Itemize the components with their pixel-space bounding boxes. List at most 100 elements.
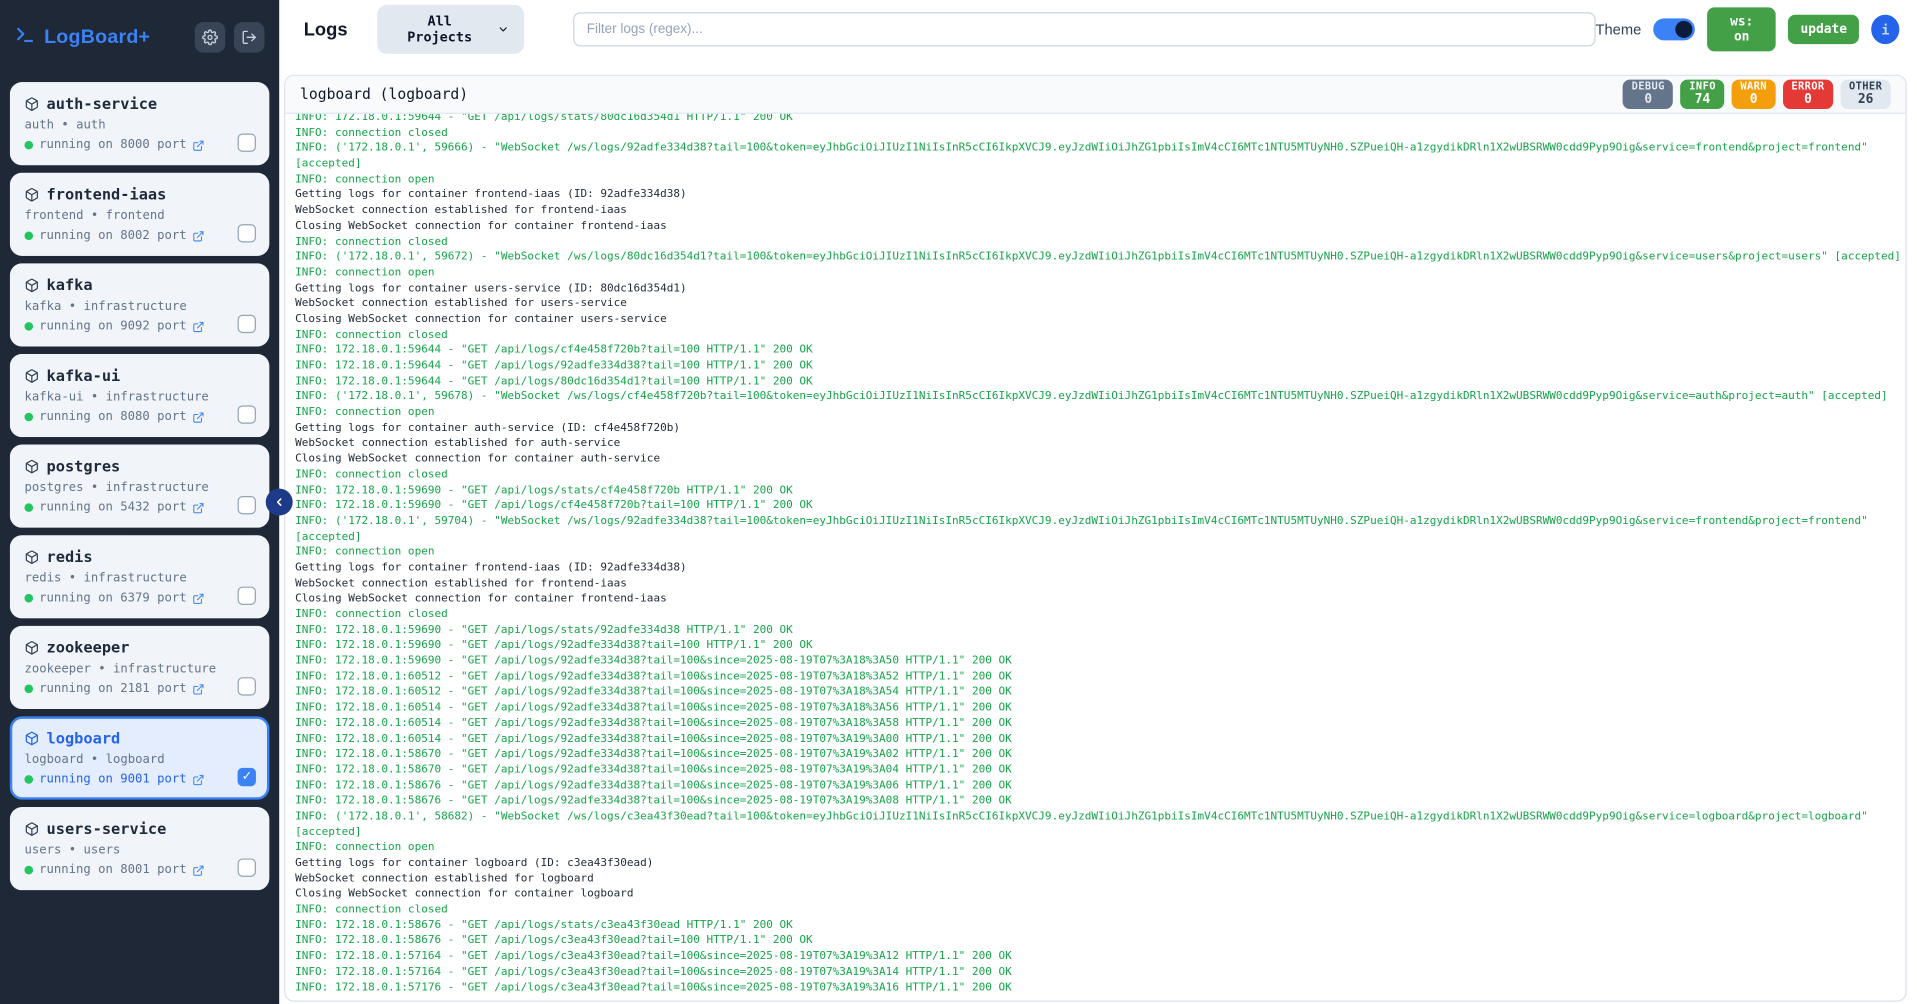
- service-name: redis: [47, 547, 93, 567]
- log-line: Getting logs for container frontend-iaas…: [295, 188, 1905, 204]
- service-card[interactable]: frontend-iaas frontend • frontend runnin…: [10, 173, 270, 256]
- service-name: users-service: [47, 819, 167, 839]
- log-line: INFO: 172.18.0.1:60512 - "GET /api/logs/…: [295, 670, 1905, 686]
- level-badge[interactable]: ERROR 0: [1783, 80, 1833, 109]
- package-icon: [24, 640, 39, 655]
- service-status: running on 6379 port: [39, 590, 186, 606]
- service-checkbox[interactable]: [238, 677, 256, 695]
- service-list: auth-service auth • auth running on 8000…: [10, 82, 270, 890]
- log-filter-input[interactable]: [573, 12, 1595, 46]
- level-badge[interactable]: DEBUG 0: [1623, 80, 1673, 109]
- log-line: WebSocket connection established for fro…: [295, 576, 1905, 592]
- log-panel-header: logboard (logboard) DEBUG 0 INFO 74 WARN…: [285, 76, 1905, 114]
- service-meta: postgres • infrastructure: [24, 480, 254, 496]
- service-card[interactable]: redis redis • infrastructure running on …: [10, 535, 270, 618]
- log-line: INFO: 172.18.0.1:59690 - "GET /api/logs/…: [295, 483, 1905, 499]
- service-name: auth-service: [47, 94, 158, 114]
- settings-button[interactable]: [195, 22, 226, 53]
- package-icon: [24, 731, 39, 746]
- log-panel-title: logboard (logboard): [300, 86, 468, 103]
- external-link-icon[interactable]: [193, 864, 205, 876]
- project-filter-dropdown[interactable]: All Projects: [377, 5, 524, 54]
- service-checkbox[interactable]: [238, 224, 256, 242]
- sidebar-header: LogBoard+: [10, 10, 270, 82]
- level-badges: DEBUG 0 INFO 74 WARN 0 ERROR 0 OTHER 26: [1623, 80, 1891, 109]
- running-status-dot: [24, 141, 33, 150]
- service-checkbox[interactable]: [238, 496, 256, 514]
- level-badge[interactable]: WARN 0: [1732, 80, 1776, 109]
- level-badge[interactable]: OTHER 26: [1840, 80, 1890, 109]
- log-line: INFO: ('172.18.0.1', 59704) - "WebSocket…: [295, 514, 1905, 530]
- log-line: INFO: connection open: [295, 840, 1905, 856]
- log-line: INFO: connection open: [295, 545, 1905, 561]
- external-link-icon[interactable]: [193, 230, 205, 242]
- log-line: Closing WebSocket connection for contain…: [295, 592, 1905, 608]
- service-card[interactable]: users-service users • users running on 8…: [10, 807, 270, 890]
- log-line: INFO: ('172.18.0.1', 59678) - "WebSocket…: [295, 390, 1905, 406]
- update-button[interactable]: update: [1788, 15, 1859, 44]
- chevron-down-icon: [497, 23, 509, 35]
- log-line: INFO: connection open: [295, 172, 1905, 188]
- log-line: [accepted]: [295, 825, 1905, 841]
- service-name: zookeeper: [47, 638, 130, 658]
- badge-count: 26: [1849, 93, 1882, 106]
- service-checkbox[interactable]: [238, 133, 256, 151]
- external-link-icon[interactable]: [193, 320, 205, 332]
- log-line: Closing WebSocket connection for contain…: [295, 219, 1905, 235]
- logout-icon: [241, 29, 257, 45]
- service-card[interactable]: logboard logboard • logboard running on …: [10, 716, 270, 799]
- external-link-icon[interactable]: [193, 139, 205, 151]
- sidebar-actions: [195, 22, 265, 53]
- service-checkbox[interactable]: [238, 768, 256, 786]
- service-status: running on 8001 port: [39, 862, 186, 878]
- log-line: [accepted]: [295, 530, 1905, 546]
- service-checkbox[interactable]: [238, 405, 256, 423]
- package-icon: [24, 97, 39, 112]
- service-meta: kafka-ui • infrastructure: [24, 389, 254, 405]
- level-badge[interactable]: INFO 74: [1681, 80, 1725, 109]
- log-line: INFO: ('172.18.0.1', 59672) - "WebSocket…: [295, 250, 1905, 266]
- service-meta: frontend • frontend: [24, 208, 254, 224]
- service-card[interactable]: zookeeper zookeeper • infrastructure run…: [10, 626, 270, 709]
- service-status: running on 8002 port: [39, 228, 186, 244]
- service-checkbox[interactable]: [238, 587, 256, 605]
- service-meta: logboard • logboard: [24, 752, 254, 768]
- help-button[interactable]: i: [1871, 15, 1899, 44]
- project-filter-label: All Projects: [392, 13, 488, 45]
- running-status-dot: [24, 594, 33, 603]
- service-card[interactable]: kafka-ui kafka-ui • infrastructure runni…: [10, 354, 270, 437]
- service-name: postgres: [47, 457, 121, 477]
- topbar-controls: Theme ws: on update i: [1596, 7, 1900, 51]
- log-line: Closing WebSocket connection for contain…: [295, 452, 1905, 468]
- service-card[interactable]: postgres postgres • infrastructure runni…: [10, 445, 270, 528]
- external-link-icon[interactable]: [193, 501, 205, 513]
- log-line: INFO: 172.18.0.1:59644 - "GET /api/logs/…: [295, 359, 1905, 375]
- log-panel: logboard (logboard) DEBUG 0 INFO 74 WARN…: [284, 75, 1907, 1002]
- log-line: INFO: ('172.18.0.1', 59666) - "WebSocket…: [295, 141, 1905, 157]
- external-link-icon[interactable]: [193, 592, 205, 604]
- logout-button[interactable]: [234, 22, 265, 53]
- ws-status-button[interactable]: ws: on: [1707, 7, 1776, 51]
- service-card[interactable]: auth-service auth • auth running on 8000…: [10, 82, 270, 165]
- service-meta: redis • infrastructure: [24, 571, 254, 587]
- external-link-icon[interactable]: [193, 411, 205, 423]
- app-root: LogBoard+ auth-service auth • auth runni…: [0, 0, 1916, 1004]
- running-status-dot: [24, 866, 33, 875]
- external-link-icon[interactable]: [193, 683, 205, 695]
- log-line: [accepted]: [295, 157, 1905, 173]
- service-card[interactable]: kafka kafka • infrastructure running on …: [10, 263, 270, 346]
- badge-count: 0: [1791, 93, 1824, 106]
- theme-label: Theme: [1596, 21, 1642, 38]
- sidebar-collapse-button[interactable]: [266, 489, 293, 516]
- log-line: INFO: 172.18.0.1:60512 - "GET /api/logs/…: [295, 685, 1905, 701]
- service-status: running on 8000 port: [39, 137, 186, 153]
- terminal-icon: [15, 24, 36, 51]
- service-meta: kafka • infrastructure: [24, 299, 254, 315]
- service-status: running on 2181 port: [39, 681, 186, 697]
- service-checkbox[interactable]: [238, 858, 256, 876]
- theme-toggle[interactable]: [1654, 18, 1696, 40]
- service-checkbox[interactable]: [238, 315, 256, 333]
- service-status: running on 9092 port: [39, 318, 186, 334]
- log-line: INFO: 172.18.0.1:57164 - "GET /api/logs/…: [295, 965, 1905, 981]
- external-link-icon[interactable]: [193, 773, 205, 785]
